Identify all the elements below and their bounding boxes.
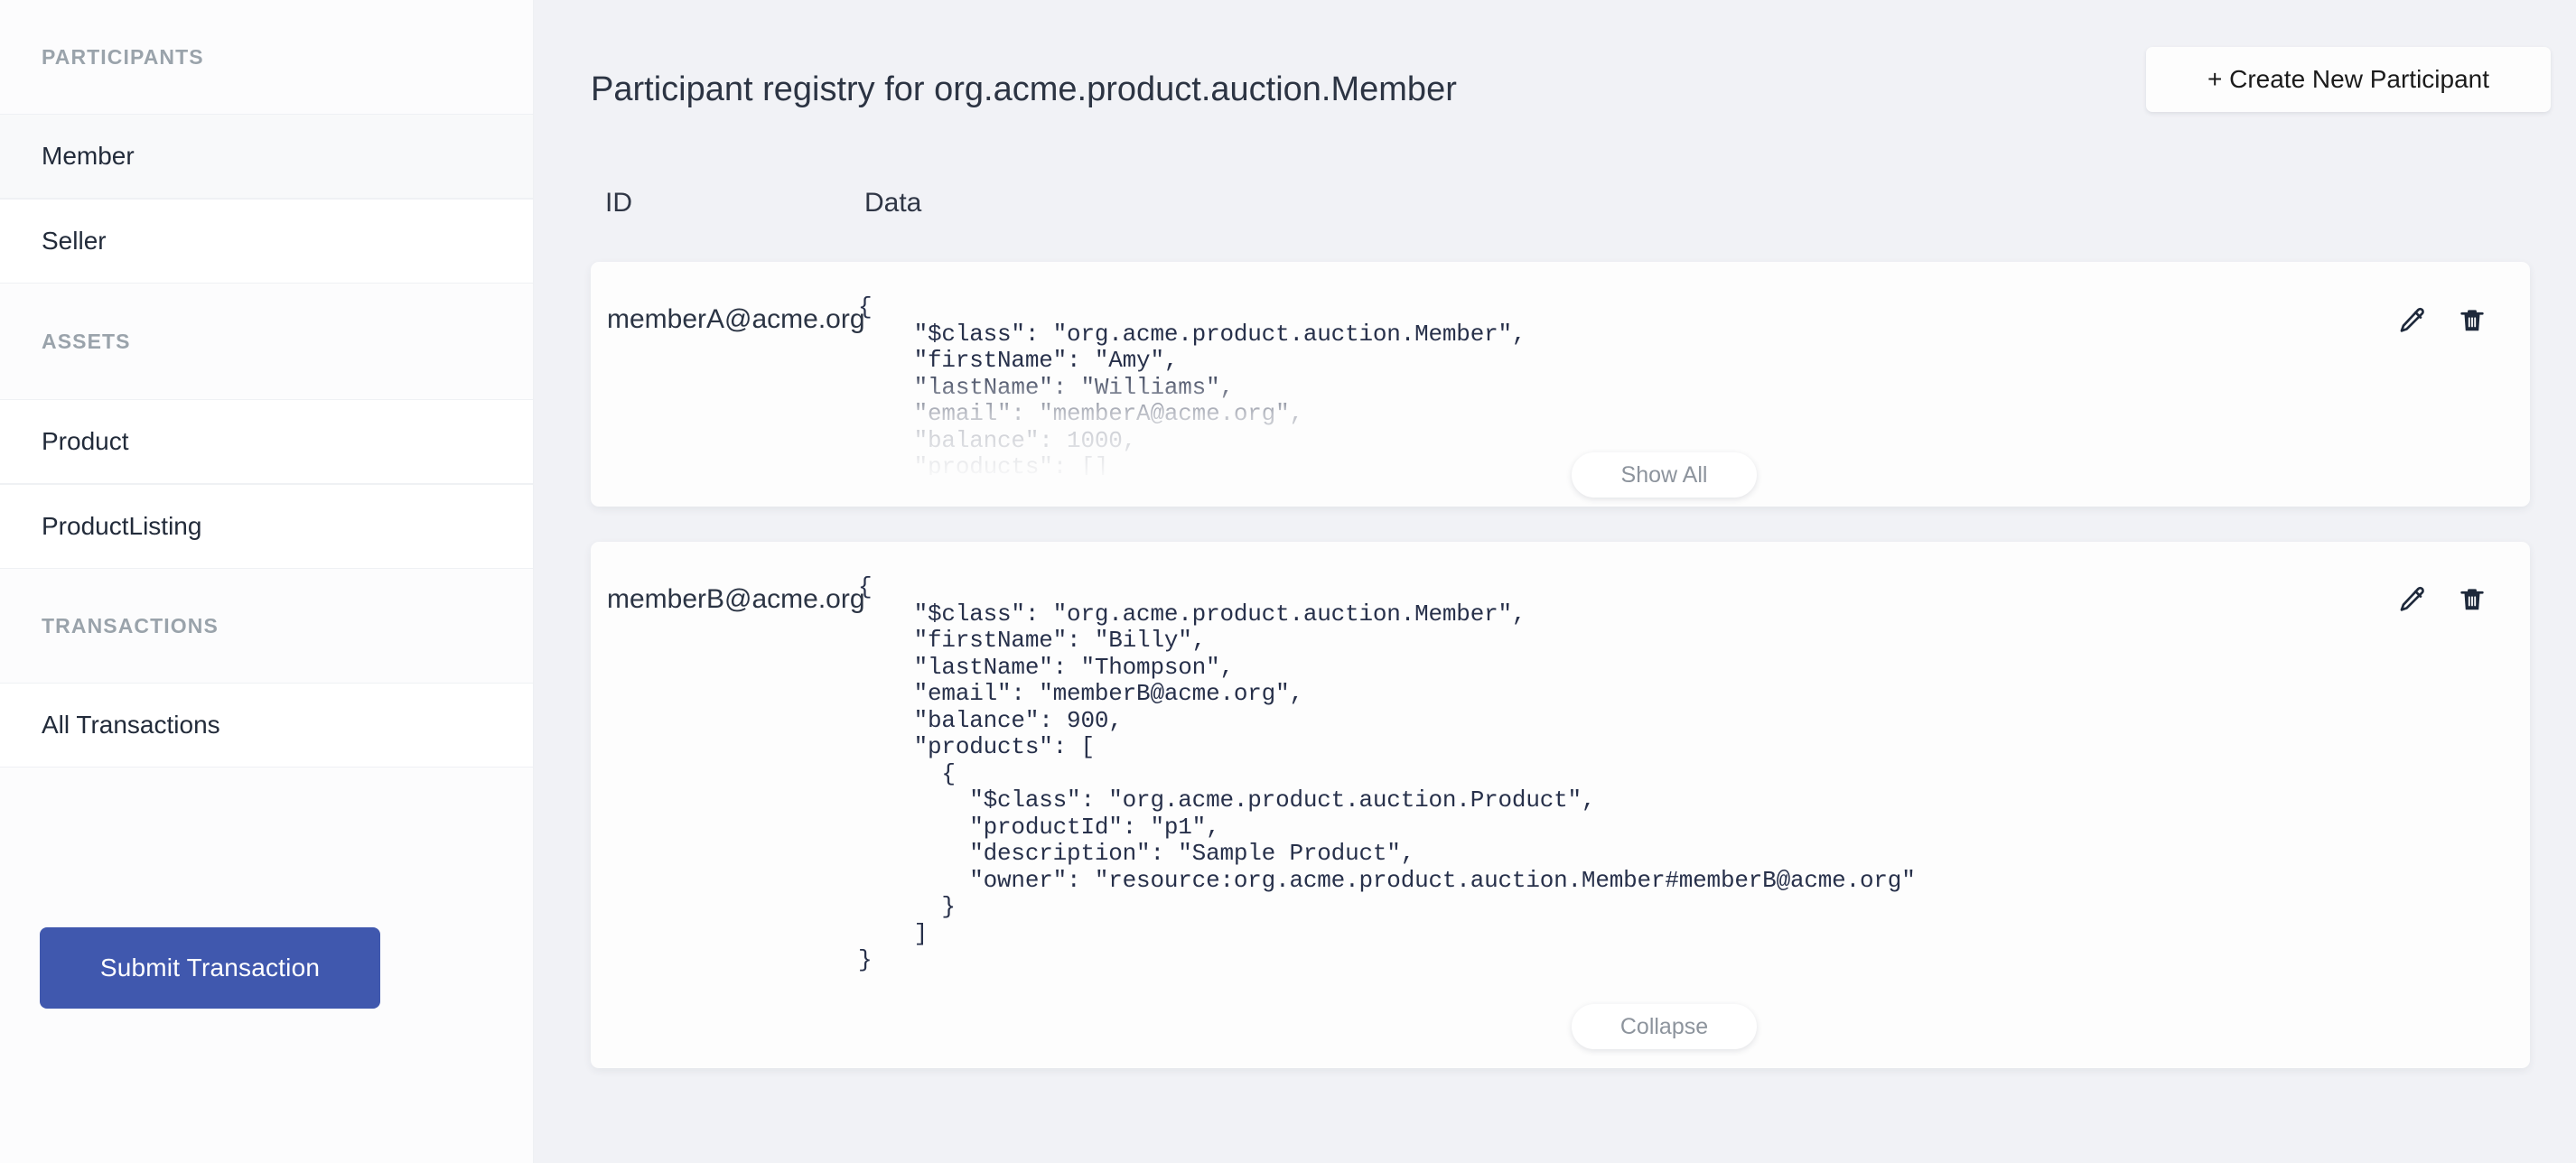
- pencil-icon: [2397, 305, 2428, 336]
- record-json: { "$class": "org.acme.product.auction.Me…: [858, 294, 2367, 475]
- sidebar-item-label: Member: [42, 142, 135, 171]
- record-data-viewport: { "$class": "org.acme.product.auction.Me…: [858, 294, 2367, 475]
- record-actions: [2395, 582, 2489, 617]
- app-root: PARTICIPANTS Member Seller ASSETS Produc…: [0, 0, 2576, 1163]
- sidebar-item-seller[interactable]: Seller: [0, 199, 533, 284]
- record-json: { "$class": "org.acme.product.auction.Me…: [858, 574, 2367, 974]
- column-header-data: Data: [864, 188, 921, 219]
- page-title: Participant registry for org.acme.produc…: [591, 70, 1457, 109]
- sidebar-item-label: ProductListing: [42, 512, 201, 541]
- edit-record-button[interactable]: [2395, 582, 2430, 617]
- record-actions: [2395, 303, 2489, 338]
- sidebar-item-product[interactable]: Product: [0, 399, 533, 484]
- delete-record-button[interactable]: [2455, 582, 2489, 617]
- sidebar-section-title-assets: ASSETS: [0, 284, 533, 399]
- column-header-id: ID: [605, 188, 632, 219]
- record-data-viewport: { "$class": "org.acme.product.auction.Me…: [858, 574, 2367, 1003]
- record-id: memberB@acme.org: [607, 584, 865, 615]
- sidebar-section-title-transactions: TRANSACTIONS: [0, 569, 533, 683]
- sidebar-item-label: Seller: [42, 227, 107, 256]
- sidebar-item-productlisting[interactable]: ProductListing: [0, 484, 533, 569]
- sidebar-item-label: All Transactions: [42, 711, 220, 740]
- sidebar-item-member[interactable]: Member: [0, 114, 533, 199]
- registry-column-headers: ID Data: [591, 188, 2533, 233]
- table-row: memberA@acme.org { "$class": "org.acme.p…: [591, 262, 2530, 507]
- delete-record-button[interactable]: [2455, 303, 2489, 338]
- collapse-button[interactable]: Collapse: [1572, 1004, 1757, 1049]
- show-all-button[interactable]: Show All: [1572, 452, 1757, 498]
- trash-icon: [2458, 305, 2487, 336]
- sidebar-item-label: Product: [42, 427, 129, 456]
- main-content: Participant registry for org.acme.produc…: [534, 0, 2576, 1163]
- sidebar: PARTICIPANTS Member Seller ASSETS Produc…: [0, 0, 534, 1163]
- record-id: memberA@acme.org: [607, 304, 865, 335]
- sidebar-item-all-transactions[interactable]: All Transactions: [0, 683, 533, 768]
- pencil-icon: [2397, 584, 2428, 615]
- submit-transaction-container: Submit Transaction: [40, 927, 380, 1009]
- submit-transaction-button[interactable]: Submit Transaction: [40, 927, 380, 1009]
- table-row: memberB@acme.org { "$class": "org.acme.p…: [591, 542, 2530, 1068]
- trash-icon: [2458, 584, 2487, 615]
- create-new-participant-button[interactable]: + Create New Participant: [2146, 47, 2551, 112]
- edit-record-button[interactable]: [2395, 303, 2430, 338]
- sidebar-section-title-participants: PARTICIPANTS: [0, 0, 533, 114]
